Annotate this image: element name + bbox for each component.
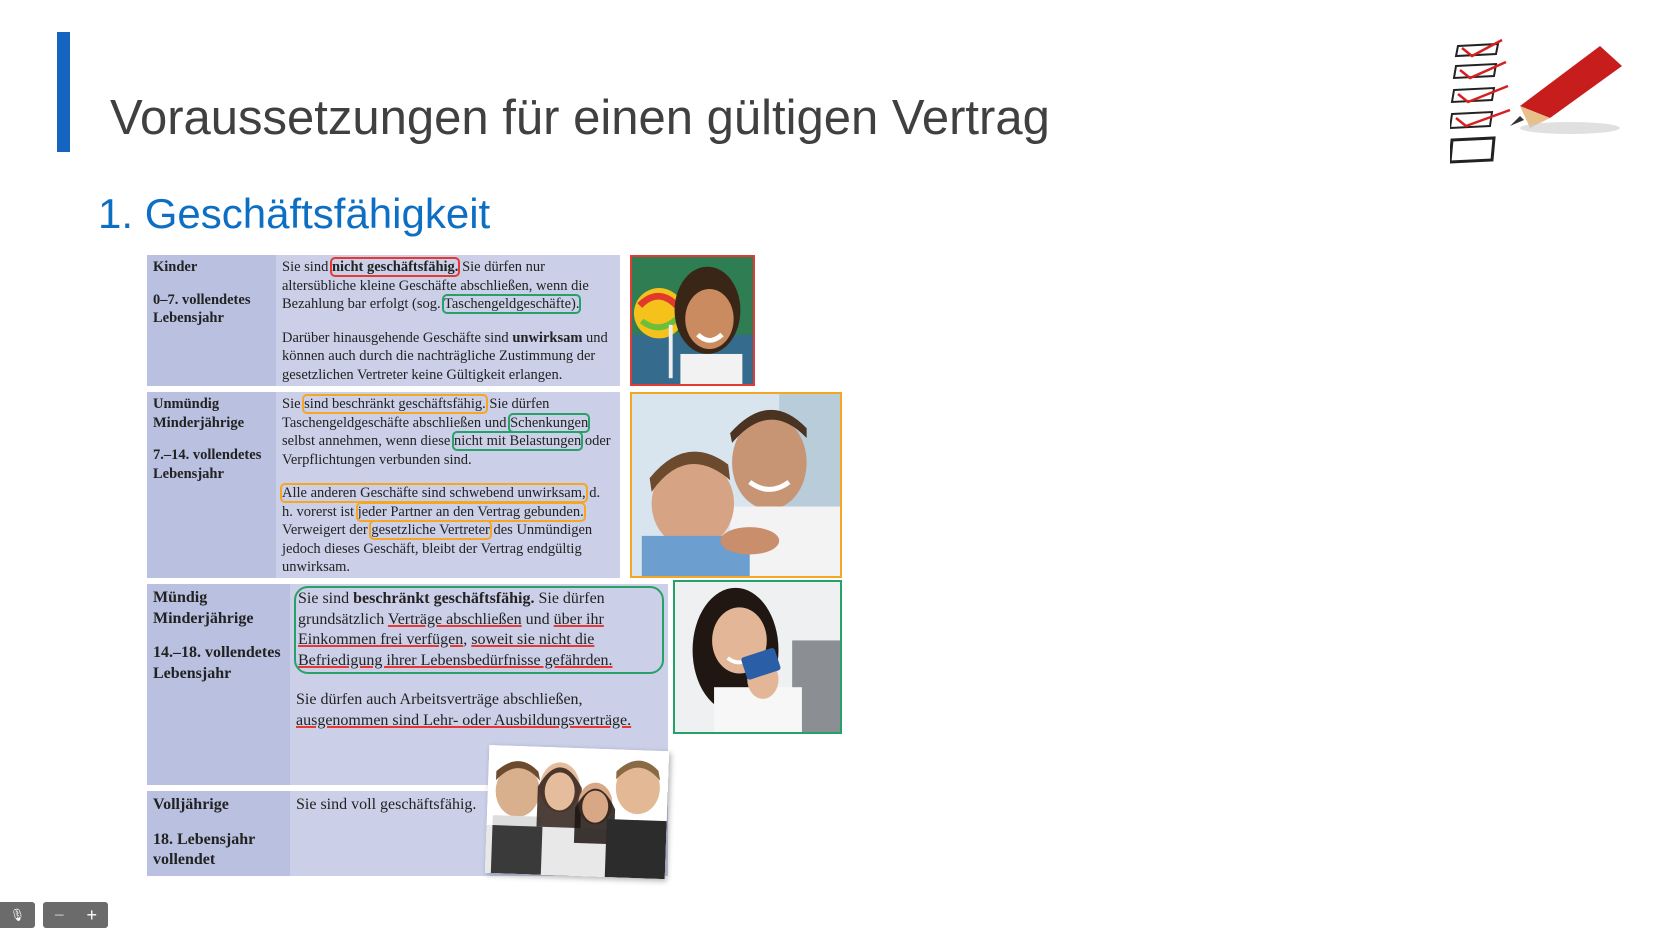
text-span: Sie sind [298, 590, 354, 607]
text-span: Sie sind [282, 259, 332, 275]
row-muendig-age: 14.–18. vollendetes Lebensjahr [153, 644, 281, 682]
row-kinder-age: 0–7. vollendetes Lebensjahr [153, 291, 251, 327]
checklist-pencil-icon [1448, 36, 1625, 176]
row-unmuendig-title: Unmündig Minderjährige [153, 396, 245, 431]
photo-girl-credit-card [673, 580, 842, 734]
row-muendig-title: Mündig Minderjährige [153, 589, 254, 627]
slide-subtitle: 1. Geschäftsfähigkeit [98, 190, 491, 237]
mark-pocket-money: Taschengeldgeschäfte). [442, 294, 582, 314]
mark-no-burden: nicht mit Belastungen [451, 431, 584, 451]
row-volljaehrig-age: 18. Lebensjahr vollendet [153, 830, 255, 869]
text-span: Sie dürfen auch Arbeitsverträge abschlie… [296, 691, 583, 708]
mark-contracts: Verträge abschließen [387, 610, 522, 628]
mark-apprentice: ausgenommen sind Lehr- oder Ausbildungsv… [296, 711, 632, 729]
zoom-out-button[interactable]: − [54, 905, 65, 926]
row-unmuendig-label: Unmündig Minderjährige 7.–14. vollendete… [147, 392, 276, 578]
text-span: Verweigert der [282, 522, 372, 538]
row-kinder-label: Kinder 0–7. vollendetes Lebensjahr [147, 255, 276, 386]
mark-gifts: Schenkungen [508, 412, 591, 433]
photo-father-son-hug [630, 392, 842, 578]
photo-girl-lollipop [630, 255, 755, 386]
mark-partner-bound: jeder Partner an den Vertrag gebunden. [355, 501, 586, 522]
mute-mic-icon[interactable]: 🎙 [0, 902, 35, 928]
row-volljaehrig-body: Sie sind voll geschäftsfähig. [296, 796, 477, 813]
mark-not-capable: nicht geschäftsfähig. [329, 257, 461, 277]
row-volljaehrig-label: Volljährige 18. Lebensjahr vollendet [147, 791, 290, 876]
slide-title: Voraussetzungen für einen gültigen Vertr… [110, 91, 1050, 145]
mark-limited-capable: sind beschränkt geschäftsfähig. [302, 394, 488, 414]
bold-unwirksam: unwirksam [512, 329, 583, 346]
text-span: Sie [282, 396, 305, 412]
row-kinder-text: Sie sind nicht geschäftsfähig. Sie dürfe… [276, 255, 620, 386]
title-accent-bar [57, 32, 70, 152]
mark-pending-invalid: Alle anderen Geschäfte sind schwebend un… [280, 483, 588, 503]
text-span: Darüber hinausgehende Geschäfte sind [282, 329, 513, 346]
row-volljaehrig-title: Volljährige [153, 796, 229, 813]
photo-teen-group [484, 744, 670, 880]
zoom-in-button[interactable]: + [86, 905, 97, 926]
row-kinder-title: Kinder [153, 259, 198, 275]
row-muendig-label: Mündig Minderjährige 14.–18. vollendetes… [147, 584, 290, 785]
text-span: selbst annehmen, wenn diese [282, 433, 454, 449]
row-unmuendig-age: 7.–14. vollendetes Lebensjahr [153, 447, 262, 482]
row-unmuendig-text: Sie sind beschränkt geschäftsfähig. Sie … [276, 392, 620, 578]
text-span: und [521, 610, 554, 628]
bold-limited-capable: beschränkt geschäftsfähig. [353, 590, 535, 607]
mark-legal-guardian: gesetzliche Vertreter [369, 520, 492, 540]
zoom-controls: − + [43, 902, 108, 928]
